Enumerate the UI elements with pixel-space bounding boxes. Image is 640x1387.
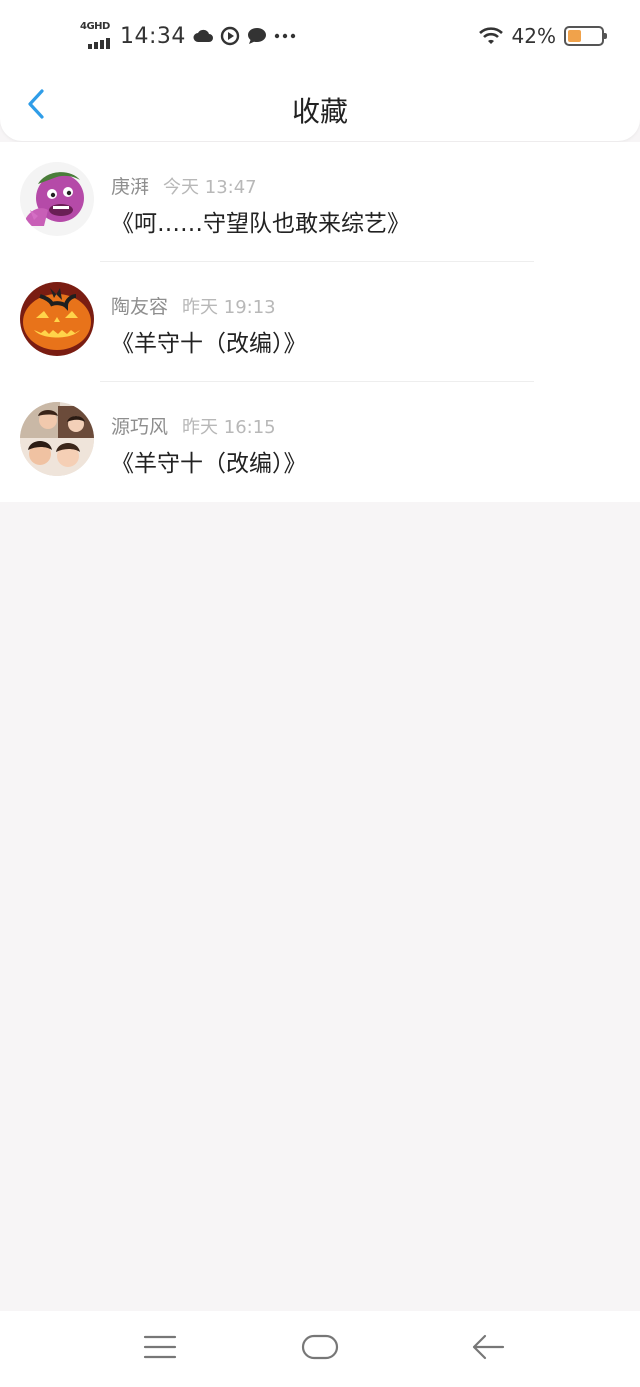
status-bar: 4GHD 14:34 42% bbox=[0, 14, 640, 58]
avatar bbox=[20, 402, 94, 476]
page-title: 收藏 bbox=[291, 95, 348, 128]
timestamp: 昨天 16:15 bbox=[182, 417, 276, 438]
nav-bar: 收藏 bbox=[0, 70, 640, 142]
signal-icon: 4GHD bbox=[80, 21, 114, 51]
battery-icon bbox=[564, 26, 607, 46]
timestamp: 昨天 19:13 bbox=[182, 297, 276, 318]
system-nav-bar bbox=[0, 1311, 640, 1387]
battery-percent: 42% bbox=[511, 24, 556, 48]
favorites-list: 庚湃 今天 13:47 《呵……守望队也敢来综艺》 陶友容 昨天 19:13 《羊守… bbox=[0, 142, 640, 502]
top-bar: 4GHD 14:34 42% 收藏 bbox=[0, 0, 640, 141]
avatar bbox=[20, 162, 94, 236]
weather-cloud-icon bbox=[192, 26, 214, 46]
list-item[interactable]: 陶友容 昨天 19:13 《羊守十（改编）》 bbox=[0, 262, 640, 382]
menu-button[interactable] bbox=[140, 1331, 180, 1367]
wifi-icon bbox=[478, 26, 504, 46]
network-type: 4GHD bbox=[80, 21, 110, 32]
post-title: 《羊守十（改编）》 bbox=[111, 331, 307, 357]
post-title: 《呵……守望队也敢来综艺》 bbox=[111, 211, 410, 237]
home-button[interactable] bbox=[300, 1331, 340, 1367]
author-name: 源巧风 bbox=[111, 416, 169, 438]
menu-icon bbox=[143, 1334, 177, 1364]
chat-bubble-icon bbox=[246, 26, 268, 46]
back-arrow-icon bbox=[471, 1333, 505, 1365]
clock: 14:34 bbox=[120, 23, 186, 49]
more-dots-icon bbox=[274, 33, 296, 39]
media-play-icon bbox=[220, 26, 240, 46]
post-title: 《羊守十（改编）》 bbox=[111, 451, 307, 477]
timestamp: 今天 13:47 bbox=[163, 177, 257, 198]
home-icon bbox=[301, 1334, 339, 1364]
author-name: 陶友容 bbox=[111, 296, 169, 318]
list-item[interactable]: 源巧风 昨天 16:15 《羊守十（改编）》 bbox=[0, 382, 640, 502]
system-back-button[interactable] bbox=[468, 1331, 508, 1367]
author-name: 庚湃 bbox=[111, 176, 150, 198]
list-item[interactable]: 庚湃 今天 13:47 《呵……守望队也敢来综艺》 bbox=[0, 142, 640, 262]
avatar bbox=[20, 282, 94, 356]
